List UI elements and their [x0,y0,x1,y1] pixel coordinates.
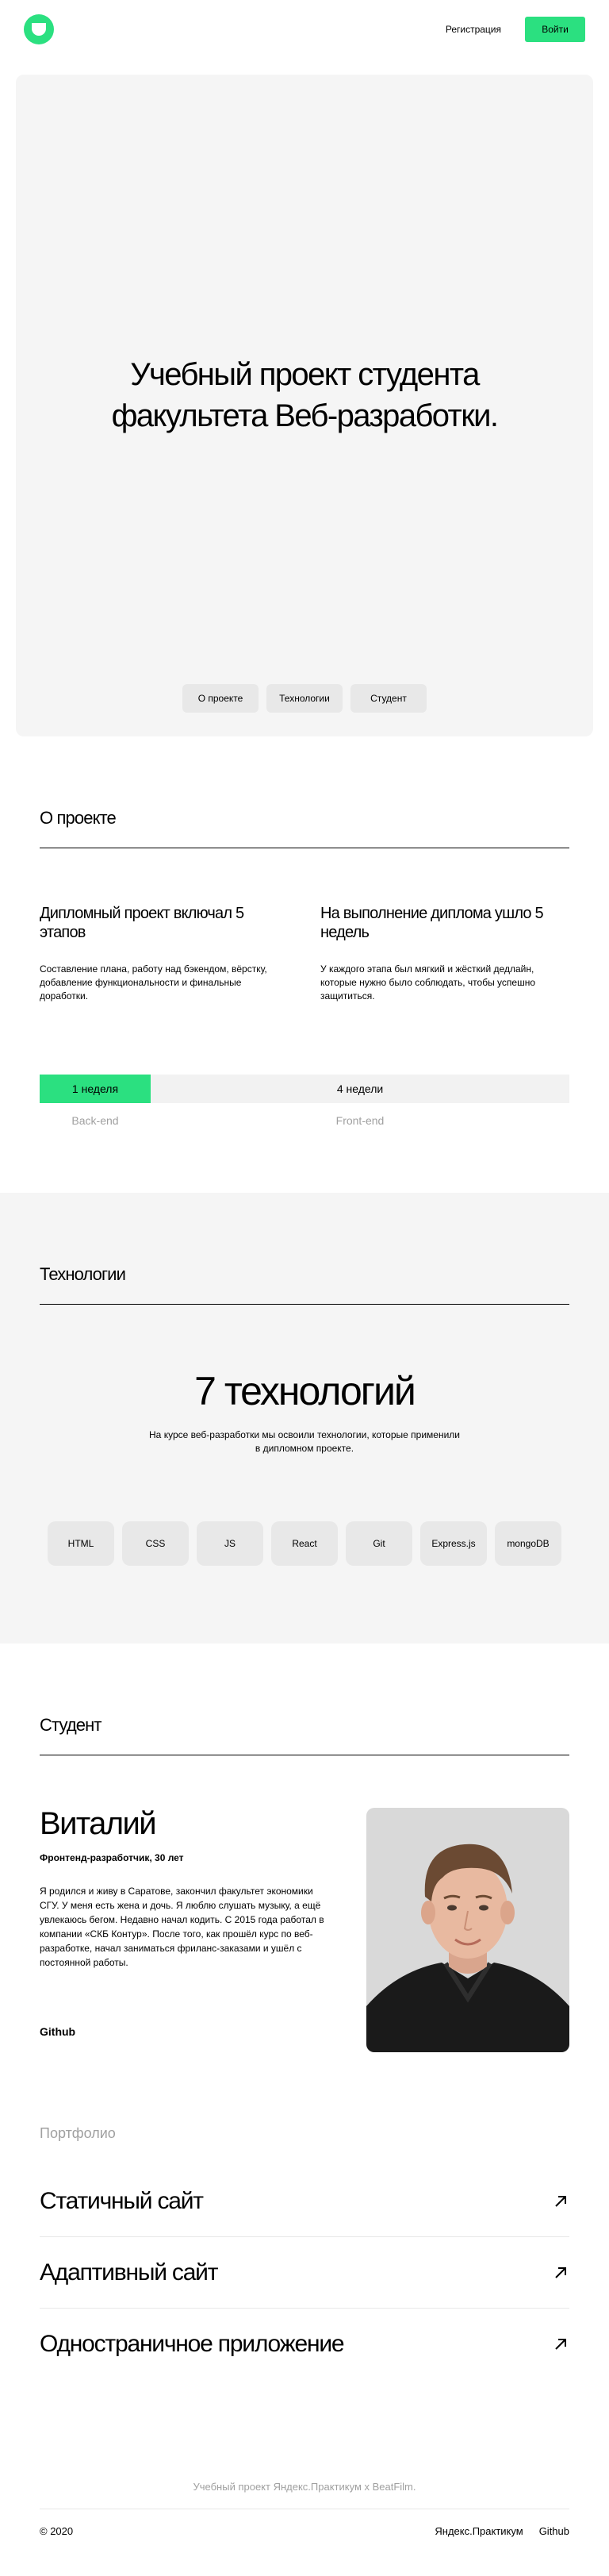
about-weeks-heading: На выполнение диплома ушло 5 недель [320,905,544,941]
techs-section: Технологии 7 технологий На курсе веб-раз… [0,1193,609,1644]
student-title: Студент [40,1715,569,1755]
promo-nav-about[interactable]: О проекте [182,684,259,713]
timeline-frontend: 4 недели Front-end [151,1075,569,1127]
portfolio-list: Статичный сайт Адаптивный сайт Одностран… [40,2166,569,2380]
login-button[interactable]: Войти [525,17,585,42]
tech-item-git: Git [346,1521,412,1566]
header: Регистрация Войти [0,0,609,59]
tech-item-css: CSS [122,1521,189,1566]
about-column-stages: Дипломный проект включал 5 этапов Состав… [40,904,289,1003]
student-info: Виталий Фронтенд-разработчик, 30 лет Я р… [40,1808,328,2052]
promo-title: Учебный проект студента факультета Веб-р… [16,354,593,436]
portfolio-link-adaptive[interactable]: Адаптивный сайт [40,2237,569,2309]
timeline-backend: 1 неделя Back-end [40,1075,151,1127]
about-weeks-text: У каждого этапа был мягкий и жёсткий дед… [320,963,535,1002]
logo-icon[interactable] [24,14,54,44]
timeline-week-bar: 1 неделя [40,1075,151,1103]
student-job: Фронтенд-разработчик, 30 лет [40,1852,184,1863]
portfolio-item-label: Одностраничное приложение [40,2331,345,2357]
timeline-backend-label: Back-end [71,1114,119,1127]
timeline: 1 неделя Back-end 4 недели Front-end [40,1075,569,1127]
promo-title-line2: факультета Веб-разработки. [111,398,499,433]
page: Регистрация Войти Учебный проект студент… [0,0,609,2576]
arrow-up-right-icon [555,2339,566,2350]
footer-link-github[interactable]: Github [539,2525,569,2537]
tech-item-html: HTML [48,1521,114,1566]
portfolio-title: Портфолио [40,2125,116,2141]
student-card: Виталий Фронтенд-разработчик, 30 лет Я р… [40,1808,569,2052]
arrow-up-right-icon [555,2195,566,2207]
footer-bottom: © 2020 Яндекс.Практикум Github [40,2525,569,2537]
register-link[interactable]: Регистрация [446,24,501,35]
portfolio-link-spa[interactable]: Одностраничное приложение [40,2309,569,2380]
header-nav: Регистрация Войти [446,17,585,42]
student-github-link[interactable]: Github [40,2025,328,2052]
about-title: О проекте [40,808,569,848]
techs-heading: 7 технологий [194,1369,416,1413]
footer-links: Яндекс.Практикум Github [435,2525,569,2537]
techs-description: На курсе веб-разработки мы освоили техно… [149,1429,460,1454]
student-section: Студент Виталий Фронтенд-разработчик, 30… [0,1644,609,2380]
about-stages-heading: Дипломный проект включал 5 этапов [40,905,244,941]
portfolio-item-label: Адаптивный сайт [40,2259,218,2286]
tech-item-express: Express.js [420,1521,487,1566]
tech-item-react: React [271,1521,338,1566]
tech-item-mongodb: mongoDB [495,1521,561,1566]
promo-nav-student[interactable]: Студент [350,684,427,713]
footer-caption: Учебный проект Яндекс.Практикум х BeatFi… [40,2481,569,2509]
about-section: О проекте Дипломный проект включал 5 эта… [0,736,609,1127]
student-name: Виталий [40,1806,157,1841]
tech-list: HTML CSS JS React Git Express.js mongoDB [0,1521,609,1566]
about-column-weeks: На выполнение диплома ушло 5 недель У ка… [320,904,569,1003]
promo-title-line1: Учебный проект студента [130,357,480,392]
promo-nav: О проекте Технологии Студент [16,684,593,713]
student-photo [366,1808,569,2052]
footer-link-praktikum[interactable]: Яндекс.Практикум [435,2525,523,2537]
tech-item-js: JS [197,1521,263,1566]
timeline-frontend-label: Front-end [335,1114,385,1127]
timeline-rest-bar: 4 недели [151,1075,569,1103]
student-bio: Я родился и живу в Саратове, закончил фа… [40,1886,324,1968]
portfolio-link-static[interactable]: Статичный сайт [40,2166,569,2237]
portfolio-item-label: Статичный сайт [40,2187,204,2214]
promo-nav-techs[interactable]: Технологии [266,684,343,713]
arrow-up-right-icon [555,2266,566,2278]
techs-title: Технологии [40,1264,569,1305]
about-columns: Дипломный проект включал 5 этапов Состав… [40,904,569,1003]
footer: Учебный проект Яндекс.Практикум х BeatFi… [40,2481,569,2576]
about-stages-text: Составление плана, работу над бэкендом, … [40,963,267,1002]
footer-copyright: © 2020 [40,2525,74,2537]
portfolio: Портфолио Статичный сайт Адаптивный сайт… [40,2125,569,2380]
promo-banner: Учебный проект студента факультета Веб-р… [16,75,593,736]
